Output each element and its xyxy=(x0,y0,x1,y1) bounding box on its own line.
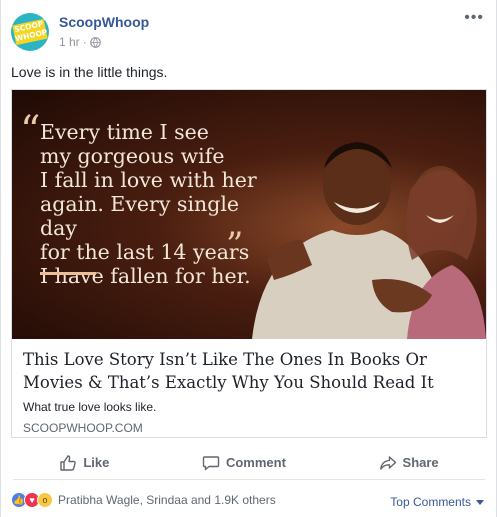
link-description: What true love looks like. xyxy=(23,400,157,414)
more-options-icon[interactable]: ••• xyxy=(464,10,484,26)
reaction-names[interactable]: Pratibha Wagle, Srindaa and 1.9K others xyxy=(58,493,276,507)
comment-label: Comment xyxy=(225,455,286,470)
link-preview-image[interactable]: “ Every time I see my gorgeous wife I fa… xyxy=(12,90,486,339)
reactions-summary[interactable]: 👍 ♥ o Pratibha Wagle, Srindaa and 1.9K o… xyxy=(11,492,276,508)
wow-reaction-icon: o xyxy=(37,492,53,508)
link-title[interactable]: This Love Story Isn’t Like The Ones In B… xyxy=(23,348,479,394)
like-button[interactable]: Like xyxy=(59,454,109,472)
link-preview[interactable]: “ Every time I see my gorgeous wife I fa… xyxy=(11,89,487,438)
comment-icon xyxy=(202,455,220,470)
share-arrow-icon xyxy=(379,455,396,470)
quote-close-mark: ” xyxy=(226,225,244,265)
page-name-link[interactable]: ScoopWhoop xyxy=(59,14,149,30)
post-text: Love is in the little things. xyxy=(11,64,168,80)
quote-open-mark: “ xyxy=(20,108,41,154)
page-avatar[interactable]: SCOOP WHOOP xyxy=(11,13,49,51)
post-timestamp[interactable]: 1 hr xyxy=(59,35,80,49)
share-label: Share xyxy=(402,455,439,470)
quote-underline xyxy=(40,272,96,275)
link-domain: SCOOPWHOOP.COM xyxy=(23,421,143,435)
comment-button[interactable]: Comment xyxy=(202,454,286,472)
post-meta: 1 hr · xyxy=(59,35,101,49)
top-comments-label: Top Comments xyxy=(390,495,471,509)
thumbs-up-icon xyxy=(60,454,77,471)
top-comments-dropdown[interactable]: Top Comments xyxy=(390,495,484,509)
globe-icon xyxy=(89,36,101,48)
share-button[interactable]: Share xyxy=(379,454,439,472)
scoopwhoop-logo: SCOOP WHOOP xyxy=(12,18,49,46)
post-actions: Like Comment Share xyxy=(13,446,485,480)
like-label: Like xyxy=(83,455,110,470)
meta-separator: · xyxy=(82,35,87,49)
chevron-down-icon xyxy=(476,499,484,505)
post-card: SCOOP WHOOP ScoopWhoop 1 hr · ••• Love i… xyxy=(0,0,497,517)
